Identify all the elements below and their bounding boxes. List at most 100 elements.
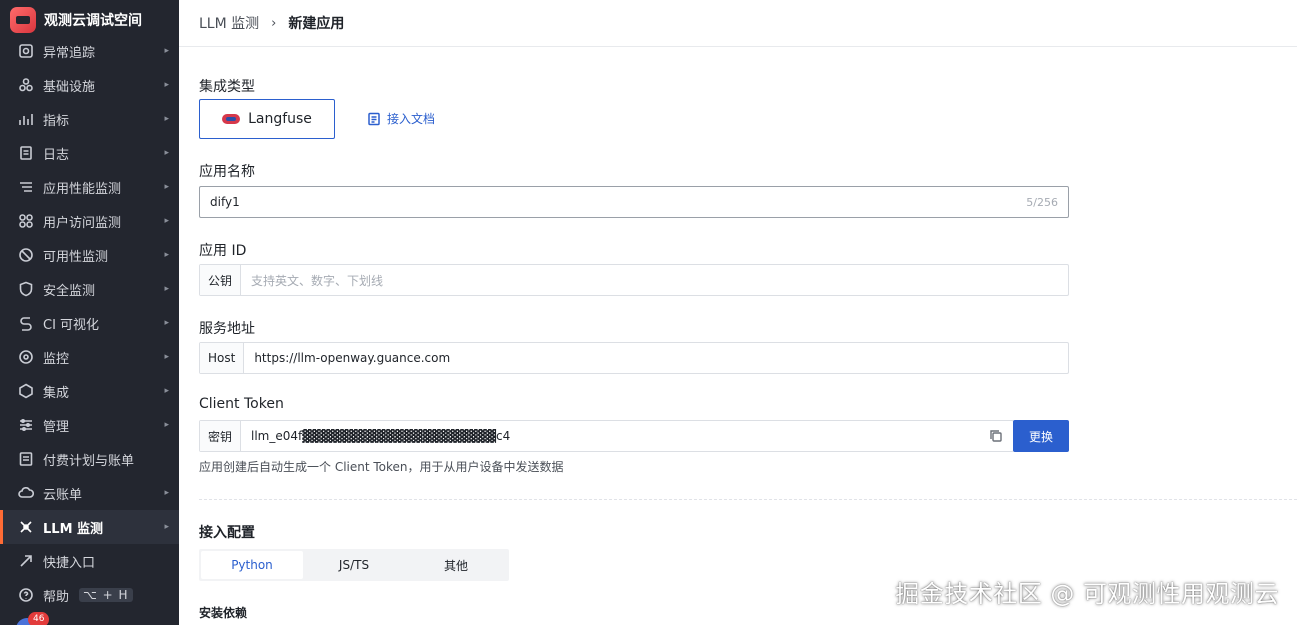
sidebar-item-label: 可用性监测 bbox=[43, 249, 109, 265]
sidebar: 观测云调试空间 异常追踪 ▸ 基础设施 ▸ 指标 ▸ 日志 ▸ 应用性能监测 ▸ bbox=[0, 0, 179, 625]
sidebar-item-label: 云账单 bbox=[43, 487, 83, 503]
sidebar-item-monitor[interactable]: 监控 ▸ bbox=[0, 340, 179, 374]
sidebar-nav: 异常追踪 ▸ 基础设施 ▸ 指标 ▸ 日志 ▸ 应用性能监测 ▸ 用户访问监测 … bbox=[0, 34, 179, 612]
chevron-right-icon: ▸ bbox=[164, 284, 169, 294]
sidebar-item-apm[interactable]: 应用性能监测 ▸ bbox=[0, 170, 179, 204]
sidebar-item-label: 异常追踪 bbox=[43, 45, 96, 61]
client-token-value: llm_e04f▓▓▓▓▓▓▓▓▓▓▓▓▓▓▓▓▓▓▓▓▓c4 bbox=[251, 429, 511, 443]
section-divider bbox=[199, 499, 1297, 500]
chevron-right-icon: ▸ bbox=[164, 522, 169, 532]
apm-icon bbox=[17, 178, 35, 196]
incident-icon bbox=[17, 42, 35, 60]
ci-icon bbox=[17, 314, 35, 332]
integration-type-label: 集成类型 bbox=[199, 79, 255, 95]
app-name-value: dify1 bbox=[210, 195, 240, 209]
sidebar-item-label: 用户访问监测 bbox=[43, 215, 122, 231]
sidebar-item-management[interactable]: 管理 ▸ bbox=[0, 408, 179, 442]
sidebar-item-label: 指标 bbox=[43, 113, 70, 129]
workspace-name: 观测云调试空间 bbox=[44, 13, 142, 29]
sidebar-item-infrastructure[interactable]: 基础设施 ▸ bbox=[0, 68, 179, 102]
chevron-right-icon: › bbox=[271, 15, 277, 31]
sidebar-item-cloud-billing[interactable]: 云账单 ▸ bbox=[0, 476, 179, 510]
app-id-label: 应用 ID bbox=[199, 243, 247, 259]
sidebar-item-incident[interactable]: 异常追踪 ▸ bbox=[0, 34, 179, 68]
regenerate-token-button[interactable]: 更换 bbox=[1013, 420, 1069, 452]
sidebar-item-label: 付费计划与账单 bbox=[43, 453, 135, 469]
sidebar-item-label: LLM 监测 bbox=[43, 521, 104, 537]
sidebar-item-shortcut[interactable]: 快捷入口 bbox=[0, 544, 179, 578]
infrastructure-icon bbox=[17, 76, 35, 94]
service-address-label: 服务地址 bbox=[199, 321, 255, 337]
sidebar-item-integration[interactable]: 集成 ▸ bbox=[0, 374, 179, 408]
chevron-right-icon: ▸ bbox=[164, 148, 169, 158]
sidebar-item-label: 基础设施 bbox=[43, 79, 96, 95]
sidebar-item-metrics[interactable]: 指标 ▸ bbox=[0, 102, 179, 136]
app-id-input[interactable]: 公钥 支持英文、数字、下划线 bbox=[199, 264, 1069, 296]
chevron-right-icon: ▸ bbox=[164, 488, 169, 498]
sidebar-item-help[interactable]: 帮助 ⌥ + H bbox=[0, 578, 179, 612]
tab-js-ts[interactable]: JS/TS bbox=[303, 551, 405, 579]
service-address-value: https://llm-openway.guance.com bbox=[254, 351, 451, 365]
client-token-input[interactable]: 密钥 llm_e04f▓▓▓▓▓▓▓▓▓▓▓▓▓▓▓▓▓▓▓▓▓c4 bbox=[199, 420, 1014, 452]
rum-icon bbox=[17, 212, 35, 230]
tab-python[interactable]: Python bbox=[201, 551, 303, 579]
breadcrumb: LLM 监测 › 新建应用 bbox=[179, 0, 1297, 47]
integration-type-langfuse[interactable]: Langfuse bbox=[199, 99, 335, 139]
breadcrumb-parent[interactable]: LLM 监测 bbox=[199, 13, 259, 33]
management-icon bbox=[17, 416, 35, 434]
billing-icon bbox=[17, 450, 35, 468]
app-name-label: 应用名称 bbox=[199, 164, 255, 180]
client-token-hint: 应用创建后自动生成一个 Client Token，用于从用户设备中发送数据 bbox=[199, 460, 564, 474]
language-tabs: Python JS/TS 其他 bbox=[199, 549, 509, 581]
secret-key-addon: 密钥 bbox=[200, 421, 242, 451]
sidebar-item-label: CI 可视化 bbox=[43, 317, 100, 333]
llm-icon bbox=[17, 518, 35, 536]
shortcut-icon bbox=[17, 552, 35, 570]
sidebar-item-label: 管理 bbox=[43, 419, 70, 435]
sidebar-item-logs[interactable]: 日志 ▸ bbox=[0, 136, 179, 170]
keyboard-shortcut: ⌥ + H bbox=[79, 588, 133, 602]
sidebar-item-billing[interactable]: 付费计划与账单 bbox=[0, 442, 179, 476]
sidebar-item-dialtest[interactable]: 可用性监测 ▸ bbox=[0, 238, 179, 272]
client-token-label: Client Token bbox=[199, 396, 284, 412]
chevron-right-icon: ▸ bbox=[164, 352, 169, 362]
sidebar-item-ci[interactable]: CI 可视化 ▸ bbox=[0, 306, 179, 340]
install-deps-heading: 安装依赖 bbox=[199, 606, 248, 620]
guance-logo bbox=[10, 7, 36, 33]
chevron-right-icon: ▸ bbox=[164, 420, 169, 430]
doc-link-label: 接入文档 bbox=[387, 112, 436, 126]
tab-other[interactable]: 其他 bbox=[405, 551, 507, 579]
sidebar-item-llm[interactable]: LLM 监测 ▸ bbox=[0, 510, 179, 544]
app-name-input[interactable]: dify1 5/256 bbox=[199, 186, 1069, 218]
security-icon bbox=[17, 280, 35, 298]
public-key-addon: 公钥 bbox=[200, 265, 242, 295]
help-icon bbox=[17, 586, 35, 604]
sidebar-item-label: 帮助 bbox=[43, 589, 70, 605]
watermark: 掘金技术社区 @ 可观测性用观测云 bbox=[895, 580, 1279, 608]
document-icon bbox=[368, 112, 380, 125]
cloud-billing-icon bbox=[17, 484, 35, 502]
chevron-right-icon: ▸ bbox=[164, 182, 169, 192]
sidebar-item-security[interactable]: 安全监测 ▸ bbox=[0, 272, 179, 306]
sidebar-item-rum[interactable]: 用户访问监测 ▸ bbox=[0, 204, 179, 238]
sidebar-item-label: 监控 bbox=[43, 351, 70, 367]
integration-icon bbox=[17, 382, 35, 400]
chevron-right-icon: ▸ bbox=[164, 318, 169, 328]
chevron-right-icon: ▸ bbox=[164, 250, 169, 260]
app-id-placeholder: 支持英文、数字、下划线 bbox=[251, 273, 384, 288]
chevron-right-icon: ▸ bbox=[164, 80, 169, 90]
sidebar-item-label: 安全监测 bbox=[43, 283, 96, 299]
sidebar-item-label: 应用性能监测 bbox=[43, 181, 122, 197]
chevron-right-icon: ▸ bbox=[164, 216, 169, 226]
langfuse-icon bbox=[222, 114, 241, 124]
chevron-right-icon: ▸ bbox=[164, 386, 169, 396]
service-address-input[interactable]: Host https://llm-openway.guance.com bbox=[199, 342, 1069, 374]
integration-type-name: Langfuse bbox=[248, 111, 312, 127]
logs-icon bbox=[17, 144, 35, 162]
sidebar-item-label: 日志 bbox=[43, 147, 70, 163]
monitor-icon bbox=[17, 348, 35, 366]
metrics-icon bbox=[17, 110, 35, 128]
char-counter: 5/256 bbox=[1026, 195, 1058, 209]
copy-icon[interactable] bbox=[989, 429, 1003, 443]
integration-doc-link[interactable]: 接入文档 bbox=[367, 110, 435, 127]
